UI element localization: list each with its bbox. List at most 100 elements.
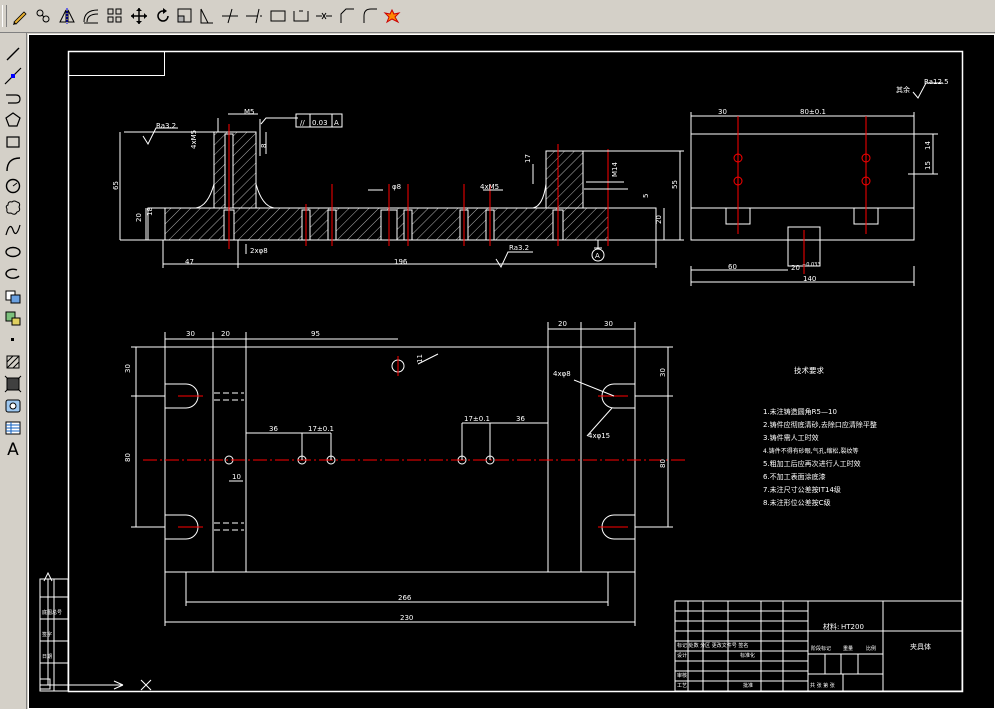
drawing-outer-border <box>28 34 995 709</box>
pencil-icon[interactable] <box>10 6 30 26</box>
side-dim-80: 80±0.1 <box>800 108 826 116</box>
multiline-text-icon[interactable]: A <box>2 440 24 460</box>
dim-47: 47 <box>185 258 194 266</box>
drawing-canvas[interactable]: 其余 Ra12.5 Ra3.2 Ra3.2 M5 // 0.03 A A 4xM… <box>28 34 995 709</box>
material-label: 材料: <box>823 622 839 631</box>
top-dim-80b: 80 <box>659 459 667 468</box>
hatch-icon[interactable] <box>2 352 24 372</box>
strip-3: 日期 <box>42 654 52 660</box>
top-dim-20a: 20 <box>221 330 230 338</box>
draw-toolbar: A <box>0 33 27 709</box>
line-icon[interactable] <box>2 44 24 64</box>
tb-craft: 工艺 <box>677 683 687 689</box>
side-dim-14: 14 <box>924 141 932 150</box>
dim-20-right: 20 <box>655 215 663 224</box>
gradient-icon[interactable] <box>2 374 24 394</box>
side-view-body <box>690 133 915 209</box>
modify-toolbar <box>0 0 995 33</box>
trim-icon[interactable] <box>220 6 240 26</box>
left-boss-section <box>213 131 257 209</box>
tech-req-item-2: 2.铸件应彻底清砂,去除口应清除平整 <box>763 420 877 429</box>
scale-icon[interactable] <box>175 6 195 26</box>
tech-req-item-3: 3.铸件需人工时效 <box>763 433 819 442</box>
tol-symbol: // <box>300 119 305 127</box>
revision-cloud-icon[interactable] <box>2 198 24 218</box>
fillet-arc-icon[interactable] <box>360 6 380 26</box>
point-icon[interactable] <box>2 330 24 350</box>
tb-approve: 批准 <box>743 682 753 689</box>
top-dim-4phi8: 4xφ8 <box>553 370 571 378</box>
side-dim-20-tol: −0.033 <box>802 262 821 268</box>
region-icon[interactable] <box>2 396 24 416</box>
dim-20-left: 20 <box>135 213 143 222</box>
ellipse-arc-icon[interactable] <box>2 264 24 284</box>
tech-req-title: 技术要求 <box>794 365 824 375</box>
top-dim-10: 10 <box>232 473 241 481</box>
offset-icon[interactable] <box>81 6 101 26</box>
top-dim-230: 230 <box>400 614 413 622</box>
tb-scale: 比例 <box>866 645 876 652</box>
rectangle-icon[interactable] <box>2 132 24 152</box>
text-align-icon[interactable] <box>33 6 53 26</box>
top-dim-20b: 20 <box>558 320 567 328</box>
ucs-icon <box>39 571 152 691</box>
tb-review: 审核 <box>677 672 687 679</box>
move-icon[interactable] <box>129 6 149 26</box>
spline-icon[interactable] <box>2 220 24 240</box>
explode-icon[interactable] <box>382 6 402 26</box>
dim-4xm5-left: 4xM5 <box>190 130 198 149</box>
cad-drawing: 其余 Ra12.5 Ra3.2 Ra3.2 M5 // 0.03 A A 4xM… <box>28 34 995 709</box>
top-view <box>131 322 688 626</box>
top-dim-4phi15: 4xφ15 <box>588 432 610 440</box>
side-dim-15: 15 <box>924 161 932 170</box>
top-dim-36a: 36 <box>269 425 278 433</box>
tech-req-item-7: 7.未注尺寸公差按IT14级 <box>763 485 841 494</box>
toolbar-grip[interactable] <box>2 5 7 27</box>
array-icon[interactable] <box>105 6 125 26</box>
side-dim-30: 30 <box>718 108 727 116</box>
tech-req-item-6: 6.不加工表面涂底漆 <box>763 472 826 481</box>
ellipse-icon[interactable] <box>2 242 24 262</box>
tb-weight: 重量 <box>843 645 853 652</box>
top-dim-30b: 30 <box>604 320 613 328</box>
roughness-others-label: 其余 <box>896 85 910 94</box>
construction-line-icon[interactable] <box>2 66 24 86</box>
circle-icon[interactable] <box>2 176 24 196</box>
tb-row1: 标记 处数 分区 更改文件号 签名 <box>677 642 748 649</box>
polygon-icon[interactable] <box>2 110 24 130</box>
code-box <box>68 51 165 76</box>
top-dim-11: 11 <box>416 354 424 363</box>
ra-left: Ra3.2 <box>156 122 176 130</box>
make-block-icon[interactable] <box>2 308 24 328</box>
side-dim-20: 20 <box>791 264 800 272</box>
dim-4xm5-right: 4xM5 <box>480 183 499 191</box>
top-dim-95: 95 <box>311 330 320 338</box>
mirror-icon[interactable] <box>57 6 77 26</box>
dim-65: 65 <box>112 181 120 190</box>
chamfer-icon[interactable] <box>314 6 334 26</box>
polyline-icon[interactable] <box>2 88 24 108</box>
tb-sheets: 共 张 第 张 <box>810 682 835 689</box>
side-dim-60: 60 <box>728 263 737 271</box>
break-icon[interactable] <box>268 6 288 26</box>
tb-std: 标准化 <box>740 652 755 659</box>
stretch-icon[interactable] <box>197 6 217 26</box>
table-icon[interactable] <box>2 418 24 438</box>
join-icon[interactable] <box>291 6 311 26</box>
strip-2: 签字 <box>42 631 52 638</box>
rotate-icon[interactable] <box>153 6 173 26</box>
insert-block-icon[interactable] <box>2 286 24 306</box>
tech-req-item-5: 5.粗加工后应再次进行人工时效 <box>763 459 861 468</box>
tech-req-item-8: 8.未注形位公差按C级 <box>763 498 831 507</box>
tol-value: 0.03 <box>312 119 328 127</box>
fillet-icon[interactable] <box>337 6 357 26</box>
extend-icon[interactable] <box>244 6 264 26</box>
tol-datum: A <box>334 119 339 127</box>
top-dim-36b: 36 <box>516 415 525 423</box>
dim-m5: M5 <box>244 108 255 116</box>
tb-stage: 阶段标记 <box>811 645 831 652</box>
dim-8: 8 <box>260 144 268 148</box>
top-dim-17a: 17±0.1 <box>308 425 334 433</box>
roughness-others-value: Ra12.5 <box>924 78 949 86</box>
arc-icon[interactable] <box>2 154 24 174</box>
